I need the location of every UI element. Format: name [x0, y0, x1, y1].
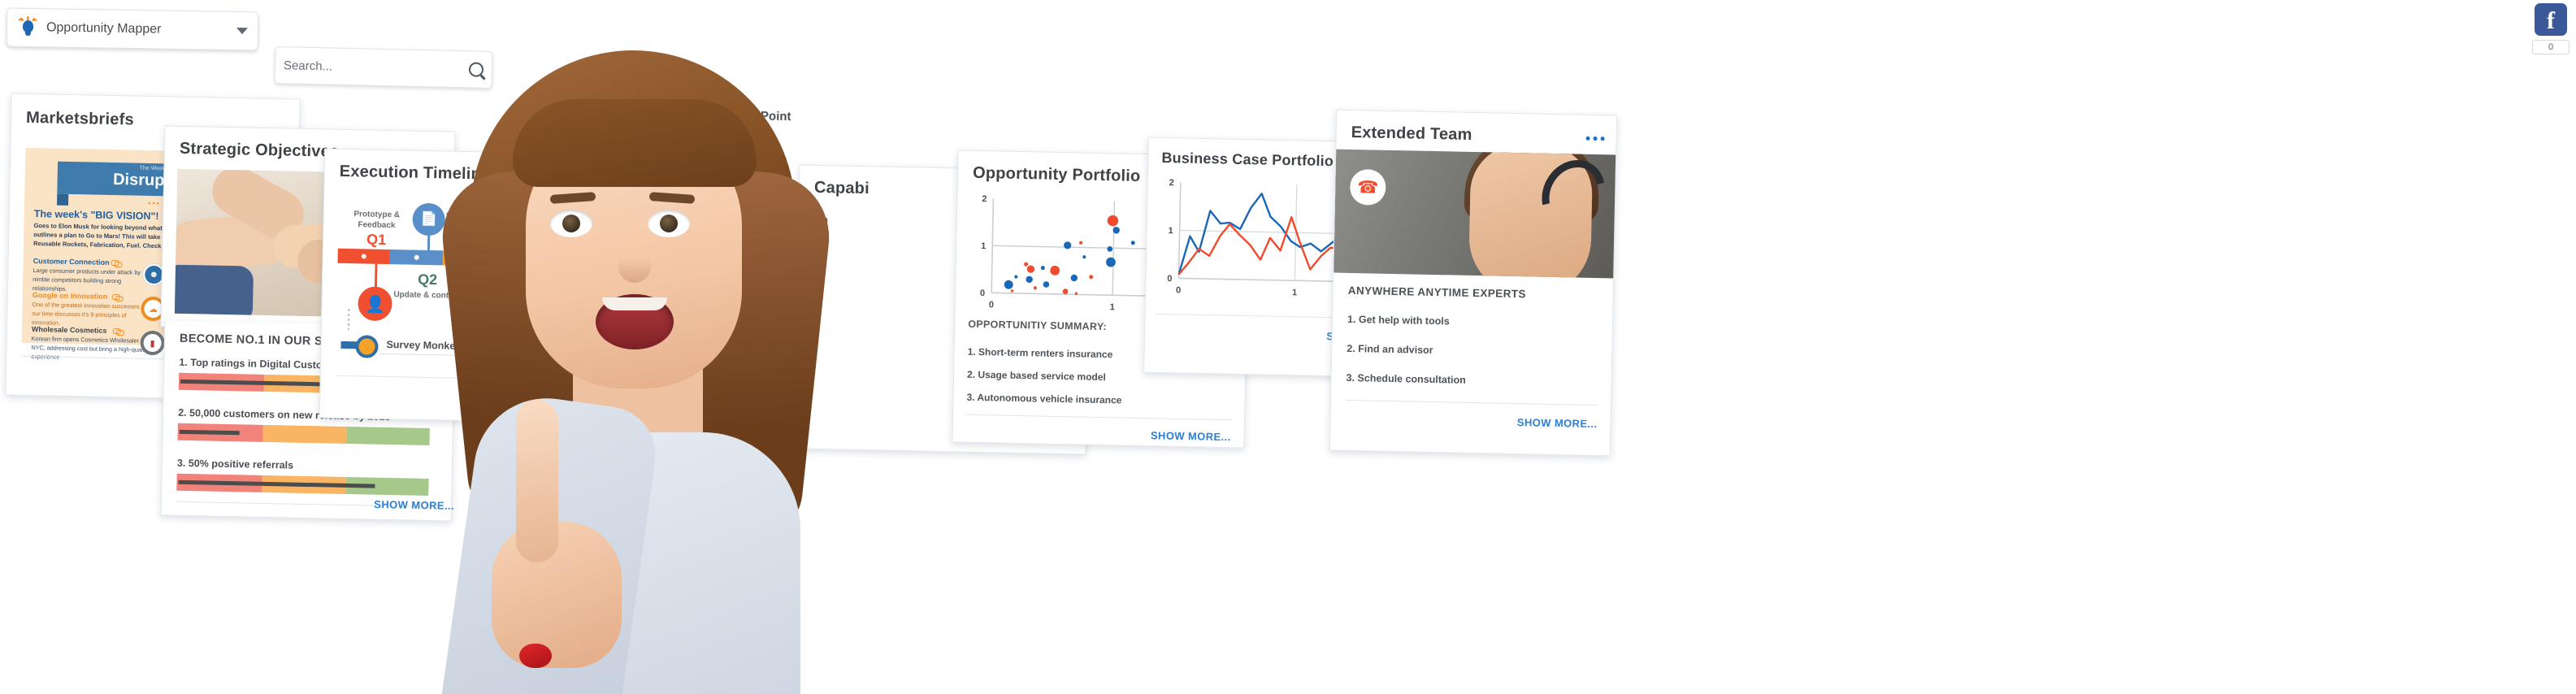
svg-text:0: 0 [989, 300, 994, 310]
svg-text:1: 1 [1110, 302, 1115, 312]
link-icon[interactable] [113, 327, 122, 336]
svg-text:0: 0 [1176, 285, 1181, 295]
svg-text:2: 2 [1169, 178, 1174, 188]
summary-item: 2. Usage based service model [966, 368, 1106, 384]
extended-team-heading: ANYWHERE ANYTIME EXPERTS [1347, 284, 1527, 301]
card-title: Capabi [813, 178, 870, 198]
phone-icon: ☎ [1349, 168, 1386, 206]
facebook-share-widget[interactable]: f 0 [2532, 3, 2569, 54]
divider [965, 414, 1234, 421]
brief-title: Customer Connection [33, 257, 110, 267]
summary-item: 1. Short-term renters insurance [967, 345, 1113, 361]
svg-text:1: 1 [981, 241, 986, 251]
brief-desc: Korean firm opens Cosmetics Wholesaler i… [31, 335, 149, 361]
brief-item[interactable]: Customer Connection Large consumer produ… [33, 257, 155, 295]
summary-item: 3. Autonomous vehicle insurance [966, 391, 1122, 406]
link-icon[interactable] [111, 258, 119, 267]
app-selector[interactable]: Opportunity Mapper [6, 7, 259, 51]
document-icon: 📄 [412, 202, 446, 236]
brief-item[interactable]: Google on Innovation One of the greatest… [32, 291, 154, 329]
svg-text:1: 1 [1168, 226, 1173, 236]
search-input[interactable] [283, 58, 470, 76]
brief-title: Wholesale Cosmetics [31, 325, 107, 335]
extended-team-item: 1. Get help with tools [1347, 313, 1450, 327]
objective-progress-bar [177, 423, 430, 446]
card-extended-team[interactable]: Extended Team ☎ ANYWHERE ANYTIME EXPERTS… [1329, 109, 1618, 457]
card-title: Business Case Portfolio [1161, 149, 1334, 170]
card-title: Marketsbriefs [25, 108, 135, 129]
opportunity-summary-heading: OPPORTUNITIY SUMMARY: [968, 318, 1108, 333]
divider [1346, 399, 1598, 406]
lipstick-icon: ▮ [141, 332, 163, 354]
show-more-link[interactable]: SHOW MORE... [1151, 429, 1231, 443]
card-title: Opportunity Portfolio [972, 163, 1141, 185]
show-more-link[interactable]: SHOW MORE... [1517, 416, 1598, 430]
chevron-down-icon[interactable] [236, 28, 249, 35]
facebook-icon[interactable]: f [2535, 3, 2567, 36]
link-icon[interactable] [112, 293, 121, 301]
svg-text:0: 0 [1167, 274, 1172, 284]
extended-team-item: 2. Find an advisor [1347, 342, 1433, 357]
brief-title: Google on Innovation [32, 291, 108, 301]
note-connector [347, 309, 350, 331]
objective-label: 3. 50% positive referrals [176, 457, 294, 471]
card-title: Strategic Objectives [179, 139, 340, 161]
svg-text:1: 1 [1292, 288, 1297, 297]
big-vision-headline: The week's "BIG VISION"! [33, 208, 159, 223]
dashboard-canvas: Opportunity Mapper Team Visible... Power… [0, 0, 2576, 694]
objective-progress-bar [176, 473, 429, 496]
app-name: Opportunity Mapper [46, 20, 162, 37]
lightbulb-icon [17, 15, 38, 38]
extended-team-item: 3. Schedule consultation [1346, 371, 1466, 386]
card-title: Extended Team [1351, 123, 1472, 144]
person-icon: 👤 [358, 286, 392, 322]
facebook-glyph: f [2547, 7, 2555, 34]
support-agent-photo: ☎ [1334, 149, 1618, 279]
svg-text:2: 2 [982, 194, 987, 204]
milestone-label: Prototype & Feedback [353, 210, 401, 230]
more-options-icon[interactable] [1585, 136, 1605, 141]
foreground-person-photo [436, 50, 836, 694]
facebook-share-count: 0 [2532, 40, 2569, 54]
milestone-quarter: Q1 [366, 231, 387, 248]
svg-text:0: 0 [980, 288, 985, 298]
